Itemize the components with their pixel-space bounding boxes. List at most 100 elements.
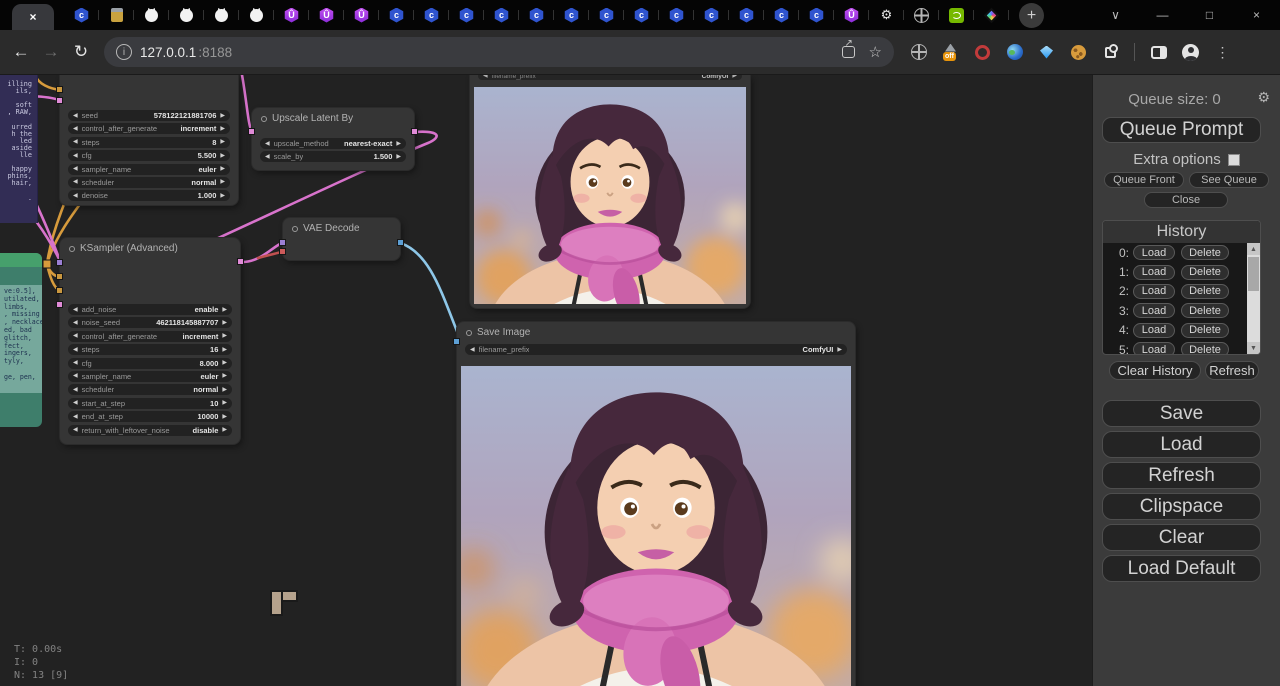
widget-value[interactable]: normal bbox=[193, 385, 218, 394]
widget-value[interactable]: 5.500 bbox=[198, 151, 217, 160]
history-load-button[interactable]: Load bbox=[1133, 265, 1175, 280]
save-button[interactable]: Save bbox=[1102, 400, 1261, 427]
pinned-tab[interactable] bbox=[974, 0, 1009, 30]
pinned-tab[interactable]: c bbox=[414, 0, 449, 30]
pinned-tab[interactable]: Û bbox=[274, 0, 309, 30]
widget-prev-icon[interactable]: ◀ bbox=[265, 141, 270, 147]
widget-value[interactable]: 10 bbox=[210, 399, 218, 408]
clipspace-button[interactable]: Clipspace bbox=[1102, 493, 1261, 520]
widget-next-icon[interactable]: ▶ bbox=[220, 166, 225, 172]
pinned-tab[interactable]: c bbox=[694, 0, 729, 30]
pinned-tab[interactable]: c bbox=[554, 0, 589, 30]
widget-denoise[interactable]: ◀denoise1.000▶ bbox=[68, 190, 230, 201]
input-slot-negative[interactable] bbox=[56, 287, 63, 294]
minimize-icon[interactable]: — bbox=[1139, 8, 1186, 22]
vpn-off-icon[interactable]: off bbox=[942, 44, 959, 61]
widget-prev-icon[interactable]: ◀ bbox=[73, 333, 78, 339]
widget-sampler_name[interactable]: ◀sampler_nameeuler▶ bbox=[68, 164, 230, 175]
refresh-button[interactable]: Refresh bbox=[1102, 462, 1261, 489]
pinned-tab[interactable]: c bbox=[589, 0, 624, 30]
widget-prev-icon[interactable]: ◀ bbox=[73, 153, 78, 159]
input-slot-images[interactable] bbox=[453, 338, 460, 345]
widget-value[interactable]: increment bbox=[183, 332, 219, 341]
widget-prev-icon[interactable]: ◀ bbox=[73, 307, 78, 313]
widget-value[interactable]: 1.500 bbox=[374, 152, 393, 161]
widget-value[interactable]: enable bbox=[195, 305, 219, 314]
widget-scale_by[interactable]: ◀scale_by1.500▶ bbox=[260, 151, 406, 162]
widget-prev-icon[interactable]: ◀ bbox=[73, 166, 78, 172]
widget-value[interactable]: 578122121881706 bbox=[154, 111, 217, 120]
reroute-dot[interactable] bbox=[43, 260, 51, 268]
bookmark-star-icon[interactable]: ☆ bbox=[869, 43, 882, 61]
widget-next-icon[interactable]: ▶ bbox=[222, 333, 227, 339]
widget-filename_prefix[interactable]: ◀filename_prefixComfyUI▶ bbox=[465, 344, 847, 355]
site-info-icon[interactable]: i bbox=[116, 44, 132, 60]
pinned-tab[interactable]: Û bbox=[834, 0, 869, 30]
widget-prev-icon[interactable]: ◀ bbox=[73, 193, 78, 199]
widget-value[interactable]: nearest-exact bbox=[344, 139, 392, 148]
back-icon[interactable]: ← bbox=[6, 42, 36, 62]
output-slot-latent[interactable] bbox=[237, 258, 244, 265]
chevron-down-icon[interactable]: ∨ bbox=[1092, 8, 1139, 22]
history-load-button[interactable]: Load bbox=[1133, 342, 1175, 354]
widget-next-icon[interactable]: ▶ bbox=[222, 400, 227, 406]
widget-next-icon[interactable]: ▶ bbox=[222, 427, 227, 433]
output-slot-latent[interactable] bbox=[411, 128, 418, 135]
load-button[interactable]: Load bbox=[1102, 431, 1261, 458]
pinned-tab[interactable]: ⚙ bbox=[869, 0, 904, 30]
pinned-tab[interactable]: c bbox=[764, 0, 799, 30]
refresh-history-button[interactable]: Refresh bbox=[1205, 361, 1259, 380]
pinned-tab[interactable]: c bbox=[64, 0, 99, 30]
pinned-tab[interactable]: c bbox=[799, 0, 834, 30]
pinned-tab[interactable]: c bbox=[659, 0, 694, 30]
history-delete-button[interactable]: Delete bbox=[1181, 323, 1229, 338]
widget-end_at_step[interactable]: ◀end_at_step10000▶ bbox=[68, 411, 232, 422]
widget-value[interactable]: increment bbox=[181, 124, 217, 133]
queue-front-button[interactable]: Queue Front bbox=[1104, 172, 1184, 188]
gem-extension-icon[interactable] bbox=[1040, 46, 1053, 59]
collapse-dot-icon[interactable] bbox=[261, 116, 267, 122]
menu-kebab-icon[interactable]: ⋮ bbox=[1214, 44, 1231, 61]
widget-cfg[interactable]: ◀cfg8.000▶ bbox=[68, 358, 232, 369]
widget-next-icon[interactable]: ▶ bbox=[222, 387, 227, 393]
scroll-down-icon[interactable]: ▼ bbox=[1247, 342, 1260, 354]
active-tab[interactable]: × bbox=[12, 4, 54, 30]
history-load-button[interactable]: Load bbox=[1133, 284, 1175, 299]
history-load-button[interactable]: Load bbox=[1133, 303, 1175, 318]
widget-scheduler[interactable]: ◀schedulernormal▶ bbox=[68, 384, 232, 395]
input-slot-samples[interactable] bbox=[248, 128, 255, 135]
widget-value[interactable]: euler bbox=[200, 372, 218, 381]
input-slot-model[interactable] bbox=[56, 259, 63, 266]
input-slot-latent-image[interactable] bbox=[56, 301, 63, 308]
history-delete-button[interactable]: Delete bbox=[1181, 303, 1229, 318]
widget-prev-icon[interactable]: ◀ bbox=[73, 373, 78, 379]
widget-scheduler[interactable]: ◀schedulernormal▶ bbox=[68, 177, 230, 188]
pinned-tab[interactable]: Û bbox=[309, 0, 344, 30]
widget-seed[interactable]: ◀seed578122121881706▶ bbox=[68, 110, 230, 121]
history-scrollbar[interactable]: ▲ ▼ bbox=[1247, 243, 1260, 354]
pinned-tab[interactable]: c bbox=[379, 0, 414, 30]
input-slot-positive[interactable] bbox=[56, 273, 63, 280]
widget-value[interactable]: euler bbox=[198, 165, 216, 174]
pinned-tab[interactable]: c bbox=[484, 0, 519, 30]
close-icon[interactable]: × bbox=[1233, 8, 1280, 22]
extra-options-checkbox[interactable] bbox=[1228, 154, 1240, 166]
widget-value[interactable]: 1.000 bbox=[198, 191, 217, 200]
widget-next-icon[interactable]: ▶ bbox=[837, 347, 842, 353]
profile-avatar-icon[interactable] bbox=[1182, 44, 1199, 61]
share-icon[interactable] bbox=[842, 46, 855, 58]
widget-prev-icon[interactable]: ◀ bbox=[73, 126, 78, 132]
pinned-tab[interactable] bbox=[239, 0, 274, 30]
widget-value[interactable]: 462118145887707 bbox=[156, 318, 218, 327]
forward-icon[interactable]: → bbox=[36, 42, 66, 62]
input-slot-samples[interactable] bbox=[279, 239, 286, 246]
widget-steps[interactable]: ◀steps16▶ bbox=[68, 344, 232, 355]
pinned-tab[interactable] bbox=[99, 0, 134, 30]
see-queue-button[interactable]: See Queue bbox=[1189, 172, 1269, 188]
negative-prompt-node[interactable]: ve:0.5], utilated, limbs, , missing , ne… bbox=[0, 253, 42, 427]
collapse-dot-icon[interactable] bbox=[292, 226, 298, 232]
queue-prompt-button[interactable]: Queue Prompt bbox=[1102, 117, 1261, 143]
pinned-tab[interactable] bbox=[904, 0, 939, 30]
clear-button[interactable]: Clear bbox=[1102, 524, 1261, 551]
widget-next-icon[interactable]: ▶ bbox=[220, 193, 225, 199]
